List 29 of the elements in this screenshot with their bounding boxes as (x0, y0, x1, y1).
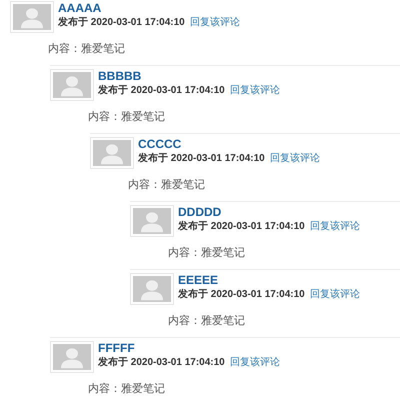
comment-content: 内容：雅爱笔记 (168, 247, 245, 259)
comment-content: 内容：雅爱笔记 (128, 179, 205, 191)
comment-content: 内容：雅爱笔记 (88, 111, 165, 123)
comment-author: AAAAA (58, 1, 102, 15)
avatar-icon (50, 69, 94, 101)
comment-content: 内容：雅爱笔记 (168, 315, 245, 327)
post-time: 发布于 2020-03-01 17:04:10 (98, 85, 225, 97)
comment-content: 内容：雅爱笔记 (48, 43, 125, 55)
reply-link[interactable]: 回复该评论 (310, 221, 360, 233)
comment-author: CCCCC (138, 137, 182, 151)
comment-author: BBBBB (98, 69, 142, 83)
avatar-icon (130, 273, 174, 305)
post-time: 发布于 2020-03-01 17:04:10 (178, 221, 305, 233)
reply-link[interactable]: 回复该评论 (310, 289, 360, 301)
post-time: 发布于 2020-03-01 17:04:10 (138, 153, 265, 165)
post-time: 发布于 2020-03-01 17:04:10 (178, 289, 305, 301)
comment-content: 内容：雅爱笔记 (88, 383, 165, 395)
reply-link[interactable]: 回复该评论 (190, 17, 240, 29)
reply-link[interactable]: 回复该评论 (270, 153, 320, 165)
comment-author: EEEEE (178, 273, 220, 287)
reply-link[interactable]: 回复该评论 (230, 85, 280, 97)
post-time: 发布于 2020-03-01 17:04:10 (58, 17, 185, 29)
reply-link[interactable]: 回复该评论 (230, 357, 280, 369)
post-time: 发布于 2020-03-01 17:04:10 (98, 357, 225, 369)
comment-author: FFFFF (98, 341, 136, 355)
avatar-icon (50, 341, 94, 373)
avatar-icon (90, 137, 134, 169)
avatar-icon (130, 205, 174, 237)
comment-author: DDDDD (178, 205, 222, 219)
